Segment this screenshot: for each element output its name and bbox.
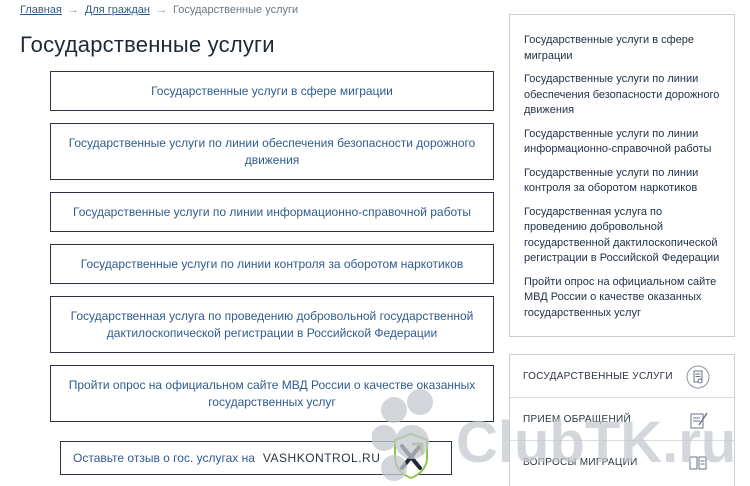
sidebar-link-narcotics[interactable]: Государственные услуги по линии контроля… [524, 166, 722, 197]
feedback-brand: VASHKONTROL.RU [262, 451, 381, 465]
menu-item-migration[interactable]: ВОПРОСЫ МИГРАЦИИ [510, 441, 734, 484]
service-button-migration[interactable]: Государственные услуги в сфере миграции [50, 71, 494, 111]
menu-item-label: ГОСУДАРСТВЕННЫЕ УСЛУГИ [523, 370, 673, 382]
sidebar-link-survey[interactable]: Пройти опрос на официальном сайте МВД Ро… [524, 275, 722, 322]
breadcrumb-separator: → [155, 4, 167, 16]
sidebar-links: Государственные услуги в сфере миграции … [509, 14, 735, 337]
page-title: Государственные услуги [20, 32, 275, 57]
sidebar-menu: ГОСУДАРСТВЕННЫЕ УСЛУГИ ПРИЕМ ОБРАЩЕНИЙ В… [509, 354, 735, 486]
vashkontrol-logo-icon [394, 432, 428, 480]
passport-icon [689, 456, 707, 470]
sidebar-link-migration[interactable]: Государственные услуги в сфере миграции [524, 33, 722, 64]
feedback-text: Оставьте отзыв о гос. услугах на [73, 451, 255, 465]
sidebar-link-fingerprint[interactable]: Государственная услуга по проведению доб… [524, 205, 722, 267]
breadcrumb-home-link[interactable]: Главная [20, 4, 62, 16]
service-list: Государственные услуги в сфере миграции … [50, 71, 494, 434]
menu-item-appeals[interactable]: ПРИЕМ ОБРАЩЕНИЙ [510, 398, 734, 441]
pen-paper-icon [690, 412, 708, 429]
service-button-survey[interactable]: Пройти опрос на официальном сайте МВД Ро… [50, 365, 494, 422]
sidebar-link-information[interactable]: Государственные услуги по линии информац… [524, 127, 722, 158]
menu-item-label: ВОПРОСЫ МИГРАЦИИ [523, 457, 638, 468]
service-button-road-safety[interactable]: Государственные услуги по линии обеспече… [50, 123, 494, 180]
service-button-fingerprint[interactable]: Государственная услуга по проведению доб… [50, 296, 494, 353]
service-button-information[interactable]: Государственные услуги по линии информац… [50, 192, 494, 232]
breadcrumb: Главная → Для граждан → Государственные услу… [20, 4, 298, 16]
breadcrumb-separator: → [67, 4, 79, 16]
document-seal-icon [686, 365, 710, 389]
breadcrumb-current: Государственные услуги [172, 4, 299, 16]
feedback-banner[interactable]: Оставьте отзыв о гос. услугах на VASHKON… [60, 432, 452, 480]
sidebar-link-road-safety[interactable]: Государственные услуги по линии обеспече… [524, 72, 722, 119]
menu-item-label: ПРИЕМ ОБРАЩЕНИЙ [523, 413, 631, 425]
menu-item-state-services[interactable]: ГОСУДАРСТВЕННЫЕ УСЛУГИ [510, 355, 734, 398]
service-button-narcotics[interactable]: Государственные услуги по линии контроля… [50, 244, 494, 284]
breadcrumb-citizens-link[interactable]: Для граждан [85, 4, 150, 16]
